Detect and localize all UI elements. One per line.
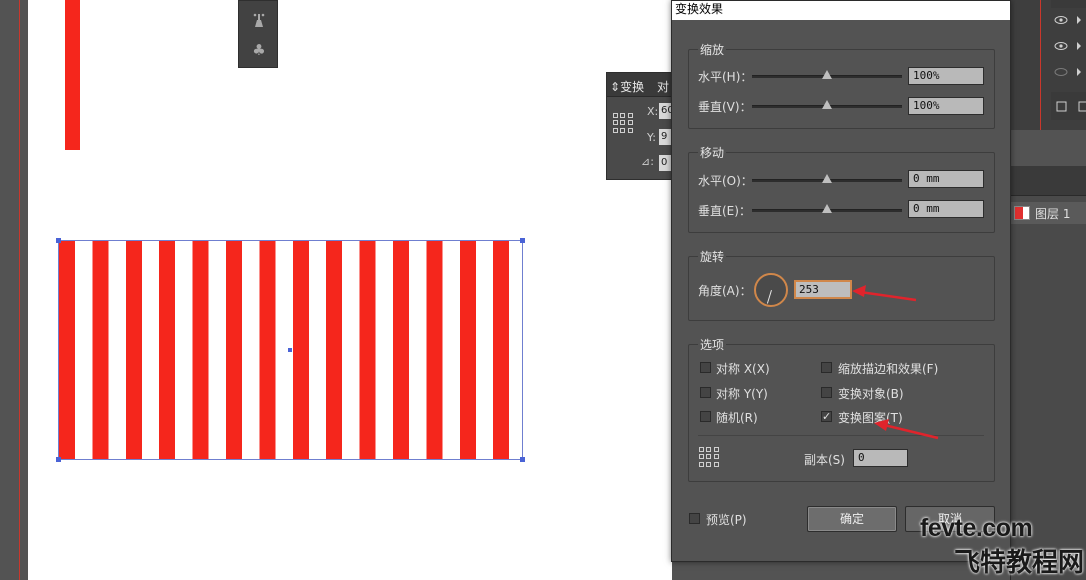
scale-horizontal-label: 水平(H)：	[698, 70, 753, 84]
x-label: X:	[647, 105, 659, 118]
move-group	[688, 152, 995, 233]
copies-field[interactable]: 0	[853, 449, 908, 467]
reflect-x-label: 对称 X(X)	[716, 362, 770, 376]
scale-strokes-label: 缩放描边和效果(F)	[838, 362, 939, 376]
tab-align[interactable]: 对	[657, 78, 670, 95]
annotation-arrow-angle	[852, 285, 917, 302]
copies-label: 副本(S)	[804, 453, 845, 467]
visibility-eye-icon	[1054, 16, 1068, 76]
options-group-title: 选项	[698, 336, 727, 353]
ok-button[interactable]: 确定	[807, 506, 897, 532]
rotate-group-title: 旋转	[698, 248, 727, 265]
reflect-x-checkbox[interactable]	[700, 362, 711, 373]
transform-effect-dialog: 变换效果 缩放 水平(H)： 100% 垂直(V)： 100% 移动 水平(O)…	[671, 0, 1011, 562]
appearance-panel	[1010, 0, 1086, 130]
selection-handle-bottom-left[interactable]	[56, 457, 61, 462]
watermark: fevte.com 飞特教程网	[920, 514, 1086, 580]
symbol-sprayer-icon[interactable]	[250, 11, 268, 29]
angle-dial[interactable]	[754, 273, 788, 307]
club-symbol-icon[interactable]: ♣	[250, 41, 268, 59]
checkmark-icon: ✓	[822, 410, 832, 423]
move-vertical-label: 垂直(E)：	[698, 204, 751, 218]
move-group-title: 移动	[698, 144, 727, 161]
move-horizontal-label: 水平(O)：	[698, 174, 753, 188]
symbol-tool-panel: ♣	[238, 0, 278, 68]
preview-label: 预览(P)	[706, 513, 747, 527]
scale-vertical-label: 垂直(V)：	[698, 100, 752, 114]
transform-patterns-checkbox[interactable]: ✓	[821, 411, 832, 422]
scale-vertical-slider-thumb[interactable]	[822, 100, 832, 109]
artboard-edge-guide	[19, 0, 20, 580]
move-vertical-field[interactable]: 0 mm	[908, 200, 984, 218]
transform-objects-label: 变换对象(B)	[838, 387, 904, 401]
scale-group	[688, 49, 995, 129]
scale-vertical-field[interactable]: 100%	[908, 97, 984, 115]
random-checkbox[interactable]	[700, 411, 711, 422]
layers-panel-header	[1011, 166, 1086, 196]
random-label: 随机(R)	[716, 411, 758, 425]
layer-row[interactable]: 图层 1	[1011, 202, 1086, 224]
watermark-domain: fevte.com	[920, 514, 1033, 542]
panel-gap	[1010, 130, 1086, 166]
layer-thumbnail	[1014, 206, 1030, 220]
angle-field[interactable]: 253	[794, 280, 852, 299]
angle-dial-needle	[766, 290, 772, 304]
red-bar-shape[interactable]	[65, 0, 80, 150]
selection-handle-top-right[interactable]	[520, 238, 525, 243]
move-horizontal-field[interactable]: 0 mm	[908, 170, 984, 188]
angle-icon: ⊿:	[641, 155, 654, 168]
workspace-left-margin	[0, 0, 28, 580]
annotation-arrow-transform-patterns	[874, 419, 939, 440]
scale-strokes-checkbox[interactable]	[821, 362, 832, 373]
selection-handle-top-left[interactable]	[56, 238, 61, 243]
scale-group-title: 缩放	[698, 41, 727, 58]
selection-handle-bottom-right[interactable]	[520, 457, 525, 462]
striped-pattern-rectangle[interactable]	[56, 238, 525, 462]
reflect-y-checkbox[interactable]	[700, 387, 711, 398]
transform-panel-tabbar: ⇕变换 对	[607, 73, 675, 97]
scale-horizontal-slider-thumb[interactable]	[822, 70, 832, 79]
transform-objects-checkbox[interactable]	[821, 387, 832, 398]
angle-label: 角度(A)：	[698, 284, 752, 298]
layer-name: 图层 1	[1035, 207, 1071, 221]
reflect-y-label: 对称 Y(Y)	[716, 387, 768, 401]
transform-panel: ⇕变换 对 X: 60 Y: 9 ⊿: 0	[606, 72, 677, 180]
dialog-title: 变换效果	[672, 1, 1010, 20]
tab-transform[interactable]: ⇕变换	[610, 78, 644, 95]
move-vertical-slider-thumb[interactable]	[822, 204, 832, 213]
preview-checkbox[interactable]	[689, 513, 700, 524]
reference-point-icon[interactable]	[613, 113, 633, 133]
scale-horizontal-field[interactable]: 100%	[908, 67, 984, 85]
selection-center-point	[288, 348, 292, 352]
move-horizontal-slider-thumb[interactable]	[822, 174, 832, 183]
reference-point-icon[interactable]	[699, 447, 719, 467]
y-label: Y:	[647, 131, 656, 144]
watermark-site-name: 飞特教程网	[954, 548, 1085, 578]
